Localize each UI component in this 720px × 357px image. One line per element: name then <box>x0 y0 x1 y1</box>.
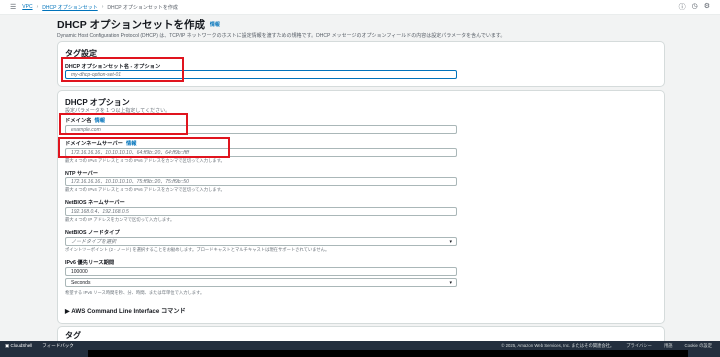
settings-icon[interactable]: ⚙ <box>704 2 710 12</box>
notification-icon[interactable]: ⓘ <box>679 2 686 12</box>
tags-heading: タグ <box>65 331 81 340</box>
feedback-link[interactable]: フィードバック <box>42 343 73 349</box>
netbios-node-type-help: ポイントツーポイント (2 - ノード) を選択することをお勧めします。ブロード… <box>65 247 330 252</box>
breadcrumb: ☰ VPC › DHCP オプションセット › DHCP オプションセットを作成 <box>10 3 178 11</box>
top-navigation: ☰ VPC › DHCP オプションセット › DHCP オプションセットを作成… <box>0 0 720 15</box>
ipv6-lease-help: 希望する IPv6 リース時間を秒、分、時間、または年単位で入力します。 <box>65 290 205 295</box>
caret-right-icon: ▶ <box>65 308 70 315</box>
breadcrumb-current: DHCP オプションセットを作成 <box>107 4 178 11</box>
highlight-box-domain <box>59 113 188 135</box>
menu-icon[interactable]: ☰ <box>10 3 16 11</box>
breadcrumb-vpc[interactable]: VPC <box>22 4 32 10</box>
dns-servers-help: 最大 4 つの IPv4 アドレスと 4 つの IPv6 アドレスをカンマで区切… <box>65 158 225 163</box>
copyright-text: © 2025, Amazon Web Services, Inc. またはその関… <box>501 343 615 348</box>
privacy-link[interactable]: プライバシー <box>626 343 652 349</box>
page-description: Dynamic Host Configuration Protocol (DHC… <box>57 33 506 39</box>
netbios-servers-help: 最大 4 つの IP アドレスをカンマで区切って入力します。 <box>65 217 175 222</box>
ntp-servers-label: NTP サーバー <box>65 171 99 177</box>
caret-down-icon: ▾ <box>449 280 452 286</box>
cli-commands-expander[interactable]: ▶ AWS Command Line Interface コマンド <box>65 306 186 315</box>
chevron-right-icon: › <box>101 4 104 10</box>
netbios-servers-input[interactable]: 192.168.0.4、192.168.0.5 <box>65 207 457 216</box>
caret-down-icon: ▾ <box>449 239 452 245</box>
terms-link[interactable]: 用語 <box>664 343 673 349</box>
ipv6-lease-input[interactable]: 100000 <box>65 267 457 276</box>
ipv6-lease-unit-select[interactable]: Seconds ▾ <box>65 278 457 287</box>
cloudshell-button[interactable]: ▣ CloudShell <box>5 343 32 349</box>
netbios-servers-label: NetBIOS ネームサーバー <box>65 200 125 206</box>
highlight-box-name <box>61 57 184 82</box>
highlight-box-dns <box>58 137 230 158</box>
cookie-settings-link[interactable]: Cookie の設定 <box>685 343 712 349</box>
breadcrumb-dhcp-sets[interactable]: DHCP オプションセット <box>42 4 97 11</box>
top-icons: ⓘ ◷ ⚙ <box>679 2 710 12</box>
history-icon[interactable]: ◷ <box>692 2 698 12</box>
netbios-node-type-label: NetBIOS ノードタイプ <box>65 230 120 236</box>
netbios-node-type-select[interactable]: ノードタイプを選択 ▾ <box>65 237 457 246</box>
chevron-right-icon: › <box>36 4 39 10</box>
ntp-servers-input[interactable]: 172.16.16.16、10.10.10.10、75:ff9b::20、75:… <box>65 177 457 186</box>
ntp-servers-help: 最大 4 つの IPv4 アドレスと 4 つの IPv6 アドレスをカンマで区切… <box>65 187 225 192</box>
title-info-link[interactable]: 情報 <box>210 22 220 28</box>
ipv6-lease-label: IPv6 優先リース期間 <box>65 260 115 266</box>
black-strip <box>88 350 688 357</box>
page-title: DHCP オプションセットを作成 情報 <box>57 19 220 31</box>
